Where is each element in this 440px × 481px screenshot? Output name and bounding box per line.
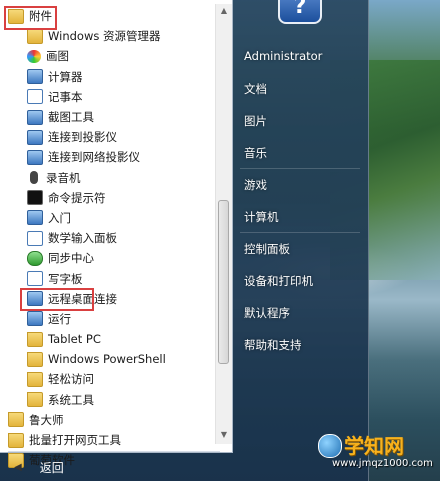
devices-printers-link[interactable]: 设备和打印机: [244, 273, 313, 289]
program-item-calculator[interactable]: 计算器: [0, 67, 214, 87]
program-label: 画图: [46, 49, 69, 64]
sync-icon: [27, 250, 43, 266]
control-panel-link[interactable]: 控制面板: [244, 241, 290, 257]
program-item-ease-of-access[interactable]: 轻松访问: [0, 369, 214, 389]
divider: [240, 168, 360, 169]
folder-icon: [8, 432, 24, 448]
program-label: Tablet PC: [48, 332, 101, 347]
program-label: 连接到网络投影仪: [48, 150, 140, 165]
back-button[interactable]: ◀ 返回: [0, 454, 232, 481]
folder-icon: [27, 371, 43, 387]
program-label: 运行: [48, 311, 71, 326]
program-item-command-prompt[interactable]: 命令提示符: [0, 188, 214, 208]
getting-started-icon: [27, 210, 43, 226]
program-label: 计算器: [48, 69, 83, 84]
program-item-powershell[interactable]: Windows PowerShell: [0, 349, 214, 369]
program-label: 写字板: [48, 271, 83, 286]
user-picture[interactable]: ?: [278, 0, 322, 24]
divider: [8, 451, 220, 452]
program-label: 同步中心: [48, 251, 94, 266]
cmd-icon: [27, 190, 43, 206]
program-item-wordpad[interactable]: 写字板: [0, 268, 214, 288]
run-icon: [27, 311, 43, 327]
program-label: 录音机: [46, 170, 81, 185]
program-label: 记事本: [48, 89, 83, 104]
watermark-url: www.jmqz1000.com: [332, 458, 433, 469]
program-label: 入门: [48, 210, 71, 225]
program-item-connect-projector[interactable]: 连接到投影仪: [0, 127, 214, 147]
back-label: 返回: [39, 461, 64, 475]
program-label: Windows PowerShell: [48, 352, 166, 367]
program-item-network-projector[interactable]: 连接到网络投影仪: [0, 147, 214, 167]
program-label: 轻松访问: [48, 372, 94, 387]
scrollbar-thumb[interactable]: [218, 200, 229, 364]
program-label: 鲁大师: [29, 412, 64, 427]
folder-icon: [27, 351, 43, 367]
folder-icon: [27, 331, 43, 347]
program-item-snipping-tool[interactable]: 截图工具: [0, 107, 214, 127]
pictures-link[interactable]: 图片: [244, 113, 267, 129]
watermark-title: 学知网: [344, 434, 404, 458]
program-label: 数学输入面板: [48, 231, 117, 246]
program-item-sync-center[interactable]: 同步中心: [0, 248, 214, 268]
program-item-tablet-pc[interactable]: Tablet PC: [0, 329, 214, 349]
folder-icon: [27, 392, 43, 408]
notepad-icon: [27, 89, 43, 105]
documents-link[interactable]: 文档: [244, 81, 267, 97]
network-projector-icon: [27, 149, 43, 165]
highlight-accessories: [4, 6, 57, 30]
program-label: Windows 资源管理器: [48, 29, 161, 44]
user-name-link[interactable]: Administrator: [244, 49, 322, 63]
explorer-icon: [27, 28, 43, 44]
computer-link[interactable]: 计算机: [244, 209, 279, 225]
program-item-system-tools[interactable]: 系统工具: [0, 390, 214, 410]
calculator-icon: [27, 69, 43, 85]
monitor-icon: [27, 129, 43, 145]
default-programs-link[interactable]: 默认程序: [244, 305, 290, 321]
program-item-getting-started[interactable]: 入门: [0, 208, 214, 228]
folder-icon: [8, 412, 24, 428]
back-arrow-icon: ◀: [14, 462, 22, 473]
program-item-ludashi[interactable]: 鲁大师: [0, 410, 214, 430]
program-item-math-input[interactable]: 数学输入面板: [0, 228, 214, 248]
program-item-notepad[interactable]: 记事本: [0, 87, 214, 107]
program-list: 附件 Windows 资源管理器 画图 计算器 记事本 截图工具 连接到投影仪 …: [0, 6, 214, 470]
program-label: 截图工具: [48, 110, 94, 125]
program-item-paint[interactable]: 画图: [0, 46, 214, 66]
scroll-down-arrow-icon[interactable]: ▼: [216, 428, 232, 442]
highlight-run: [20, 288, 94, 311]
program-label: 连接到投影仪: [48, 130, 117, 145]
program-label: 批量打开网页工具: [29, 433, 121, 448]
program-label: 命令提示符: [48, 190, 106, 205]
watermark: 学知网 www.jmqz1000.com: [318, 432, 436, 478]
music-link[interactable]: 音乐: [244, 145, 267, 161]
microphone-icon: [30, 171, 38, 185]
program-item-sound-recorder[interactable]: 录音机: [0, 168, 214, 188]
user-picture-glyph: ?: [293, 0, 307, 19]
paint-icon: [27, 49, 41, 63]
program-item-batch-webpage-tool[interactable]: 批量打开网页工具: [0, 430, 214, 450]
divider: [240, 232, 360, 233]
scissors-icon: [27, 109, 43, 125]
wordpad-icon: [27, 271, 43, 287]
program-item-run[interactable]: 运行: [0, 309, 214, 329]
program-label: 系统工具: [48, 392, 94, 407]
games-link[interactable]: 游戏: [244, 177, 267, 193]
math-input-icon: [27, 230, 43, 246]
programs-pane: 附件 Windows 资源管理器 画图 计算器 记事本 截图工具 连接到投影仪 …: [0, 0, 233, 468]
scroll-up-arrow-icon[interactable]: ▲: [216, 4, 232, 18]
watermark-logo-icon: [318, 434, 342, 458]
start-menu: 附件 Windows 资源管理器 画图 计算器 记事本 截图工具 连接到投影仪 …: [0, 0, 369, 481]
programs-scrollbar[interactable]: ▲ ▼: [215, 4, 232, 444]
help-support-link[interactable]: 帮助和支持: [244, 337, 302, 353]
